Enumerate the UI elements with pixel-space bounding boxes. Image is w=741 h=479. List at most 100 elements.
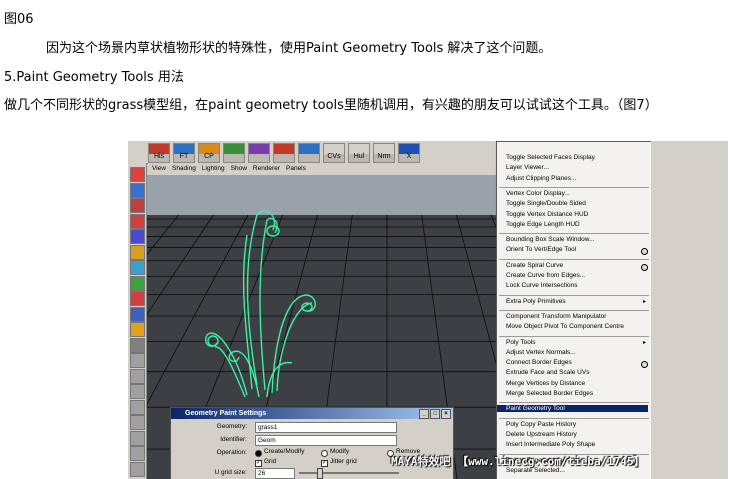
menu-separator [499, 309, 649, 311]
tool-icon[interactable] [130, 275, 145, 291]
viewport-menu-item[interactable]: Show [231, 165, 247, 172]
option-box-icon[interactable] [641, 263, 648, 271]
menu-item[interactable]: Paint Geometry Tool [497, 405, 648, 413]
menu-item[interactable]: Toggle Single/Double Sided [506, 200, 586, 207]
tool-icon[interactable] [130, 306, 145, 322]
shelf-button[interactable]: CP [198, 143, 220, 163]
tool-icon[interactable] [130, 182, 145, 198]
menu-item[interactable]: Toggle Vertex Distance HUD [506, 211, 588, 218]
viewport-menu-bar: View Shading Lighting Show Renderer Panels [148, 163, 548, 175]
option-box-icon[interactable] [641, 248, 648, 256]
menu-item[interactable]: Layer Viewer... [506, 164, 549, 171]
tool-icon[interactable] [130, 368, 145, 384]
tool-icon[interactable] [130, 291, 145, 306]
maya-screenshot: His FT CP CVs Hul Nrm X View Shading Lighting Sho… [128, 141, 728, 479]
menu-item[interactable]: Create Spiral Curve [506, 262, 563, 269]
tool-icon[interactable] [130, 244, 145, 260]
u-grid-slider-track[interactable] [299, 472, 399, 474]
tool-icon[interactable] [130, 167, 145, 182]
viewport-menu-item[interactable]: Shading [172, 165, 196, 172]
submenu-arrow-icon: ▸ [642, 339, 646, 346]
shelf-button[interactable] [298, 143, 320, 163]
tool-icon[interactable] [130, 260, 145, 275]
menu-item[interactable]: Orient To Vert/Edge Tool [506, 246, 576, 253]
menu-item[interactable]: Adjust Clipping Planes... [506, 175, 576, 182]
shelf-button[interactable]: FT [173, 143, 195, 163]
menu-item[interactable]: Merge Vertices by Distance [506, 380, 585, 387]
menu-separator [499, 335, 649, 337]
menu-item[interactable]: Extrude Face and Scale UVs [506, 369, 589, 376]
menu-item[interactable]: Vertex Color Display... [506, 190, 570, 197]
viewport-menu-item[interactable]: Panels [286, 165, 306, 172]
tool-icon[interactable] [130, 384, 145, 399]
menu-item-label: Toggle Single/Double Sided [506, 200, 586, 208]
menu-item[interactable]: Delete Upstream History [506, 431, 577, 438]
identifier-field[interactable]: Geom [255, 435, 397, 446]
shelf-button[interactable] [223, 143, 245, 163]
menu-item-label: Insert Intermediate Poly Shape [506, 441, 596, 449]
tool-icon[interactable] [130, 399, 145, 415]
shelf-button[interactable]: CVs [323, 143, 345, 163]
shelf-button[interactable]: His [148, 143, 170, 163]
menu-item[interactable]: Bounding Box Scale Window... [506, 236, 595, 243]
menu-item[interactable]: Connect Border Edges [506, 359, 572, 366]
figure-label: 图06 [4, 12, 34, 27]
tool-icon[interactable] [130, 430, 145, 446]
minimize-button[interactable]: _ [419, 409, 429, 419]
tool-box [128, 163, 147, 479]
u-grid-size-field[interactable]: 26 [255, 468, 295, 479]
menu-separator [499, 417, 649, 419]
right-panel [651, 141, 728, 479]
menu-item[interactable]: Create Curve from Edges... [506, 272, 585, 279]
modify-radio[interactable] [321, 450, 328, 457]
tool-icon[interactable] [130, 353, 145, 368]
tool-icon[interactable] [130, 415, 145, 430]
modify-label: Modify [330, 448, 350, 455]
menu-item[interactable]: Component Transform Manipulator [506, 313, 606, 320]
viewport-menu-item[interactable]: Renderer [253, 165, 280, 172]
maximize-button[interactable]: □ [430, 409, 440, 419]
menu-item-label: Create Spiral Curve [506, 261, 564, 269]
menu-item[interactable]: Move Object Pivot To Component Centre [506, 323, 624, 330]
tool-icon[interactable] [130, 213, 145, 229]
menu-item-label: Merge Vertices by Distance [506, 379, 586, 387]
shelf-button[interactable] [248, 143, 270, 163]
u-grid-slider-handle[interactable] [317, 468, 323, 479]
geometry-field[interactable]: grass1 [255, 422, 397, 433]
menu-item[interactable]: Extra Poly Primitives [506, 298, 566, 305]
dialog-title-bar: Geometry Paint Settings _ □ × [171, 408, 453, 419]
menu-item[interactable]: Lock Curve Intersections [506, 282, 578, 289]
menu-item[interactable]: Poly Copy Paste History [506, 421, 576, 428]
viewport-menu-item[interactable]: Lighting [202, 165, 225, 172]
shelf-button[interactable]: Nrm [373, 143, 395, 163]
paragraph-1: 因为这个场景内草状植物形状的特殊性，使用Paint Geometry Tools… [46, 41, 552, 56]
menu-item[interactable]: Toggle Edge Length HUD [506, 221, 580, 228]
tool-icon[interactable] [130, 446, 145, 461]
menu-item[interactable]: Poly Tools [506, 339, 536, 346]
tool-icon[interactable] [130, 322, 145, 337]
menu-item-label: Merge Selected Border Edges [506, 390, 594, 397]
shelf-button[interactable]: X [398, 143, 420, 163]
u-grid-size-label: U grid size: [214, 469, 247, 476]
menu-item[interactable]: Merge Selected Border Edges [506, 390, 593, 397]
tool-icon[interactable] [130, 229, 145, 244]
grid-label: Grid [264, 458, 277, 465]
viewport-menu-item[interactable]: View [152, 165, 166, 172]
menu-separator [499, 294, 649, 296]
shelf-button[interactable] [273, 143, 295, 163]
menu-item[interactable]: Insert Intermediate Poly Shape [506, 441, 595, 448]
close-button[interactable]: × [441, 409, 451, 419]
jitter-grid-checkbox[interactable]: ✓ [321, 460, 328, 467]
tool-icon[interactable] [130, 337, 145, 353]
menu-item[interactable]: Toggle Selected Faces Display [506, 154, 595, 161]
tool-icon[interactable] [130, 461, 145, 477]
option-box-icon[interactable] [641, 361, 648, 369]
menu-item-label: Adjust Clipping Planes... [506, 174, 577, 182]
create-modify-radio[interactable] [255, 450, 262, 457]
shelf-button[interactable]: Hul [348, 143, 370, 163]
grid-checkbox[interactable]: ✓ [255, 460, 262, 467]
create-modify-label: Create/Modify [264, 448, 305, 455]
menu-item[interactable]: Adjust Vertex Normals... [506, 349, 576, 356]
tool-icon[interactable] [130, 198, 145, 213]
menu-item-label: Vertex Color Display... [506, 189, 570, 197]
